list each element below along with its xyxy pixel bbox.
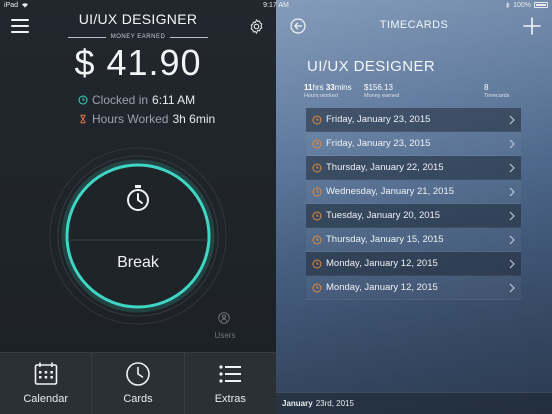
- money-earned-value: $156.13: [364, 83, 393, 92]
- bluetooth-icon: [505, 1, 510, 8]
- page-title: TIMECARDS: [379, 19, 449, 31]
- timecards-label: Timecards: [484, 93, 510, 99]
- money-earned-label: Money earned: [364, 93, 400, 99]
- timecards-count-stat: 8 Timecards: [484, 83, 524, 99]
- hourglass-icon: [80, 114, 86, 124]
- list-icon: [219, 365, 242, 383]
- timecard-list: Friday, January 23, 2015 Friday, January …: [306, 108, 521, 300]
- tab-cards[interactable]: Cards: [92, 353, 185, 414]
- clock-icon: [312, 211, 322, 220]
- footer-day: 23rd, 2015: [315, 399, 354, 408]
- hours-worked-label: Hours worked: [304, 93, 338, 99]
- clocked-in-label: Clocked in: [92, 93, 149, 107]
- divider: [170, 36, 209, 38]
- clock-icon: [78, 95, 88, 105]
- status-time: 9:17 AM: [263, 1, 289, 9]
- tab-label: Cards: [123, 393, 153, 405]
- chevron-right-icon: [509, 235, 515, 244]
- minutes-number: 33: [325, 83, 335, 92]
- clock-icon: [312, 283, 322, 292]
- timecard-date: Friday, January 23, 2015: [326, 114, 431, 125]
- chevron-right-icon: [509, 115, 515, 124]
- break-button[interactable]: Break: [88, 254, 188, 272]
- chevron-right-icon: [509, 187, 515, 196]
- gear-icon[interactable]: [248, 18, 265, 35]
- hours-worked-value: 3h 6min: [172, 112, 216, 126]
- menu-bar: [11, 31, 29, 33]
- clock-icon: [312, 235, 322, 244]
- money-earned-value: $ 41.90: [74, 42, 202, 83]
- tab-label: Extras: [214, 393, 246, 405]
- timecard-date: Monday, January 12, 2015: [326, 258, 438, 269]
- chevron-right-icon: [509, 259, 515, 268]
- add-timecard-button[interactable]: [523, 17, 541, 35]
- wifi-icon: [22, 3, 29, 8]
- footer-month: January: [282, 399, 313, 408]
- app-screen: UI/UX DESIGNER MONEY EARNED $ 41.90 Cloc…: [0, 0, 552, 414]
- status-right: 100%: [367, 2, 548, 9]
- battery-percent: 100%: [513, 1, 531, 9]
- tab-calendar[interactable]: Calendar: [0, 353, 93, 414]
- money-earned-stat: $156.13 Money earned: [364, 83, 484, 99]
- stopwatch-icon[interactable]: [125, 184, 151, 212]
- chevron-right-icon: [509, 283, 515, 292]
- clock-icon: [312, 187, 322, 196]
- timecard-row[interactable]: Thursday, January 15, 2015: [306, 228, 521, 252]
- clocked-in-row: Clocked in 6:11 AM: [78, 93, 195, 107]
- hours-worked-value: 11hrs 33mins: [304, 83, 364, 92]
- timecard-date: Wednesday, January 21, 2015: [326, 186, 454, 197]
- users-icon[interactable]: [218, 312, 230, 324]
- clock-dial[interactable]: [48, 146, 228, 326]
- tab-extras[interactable]: Extras: [185, 353, 276, 414]
- calendar-icon: [34, 362, 57, 385]
- minutes-unit: mins: [334, 83, 352, 92]
- timecard-date: Tuesday, January 20, 2015: [326, 210, 441, 221]
- timecard-date: Monday, January 12, 2015: [326, 282, 438, 293]
- timecard-date: Thursday, January 15, 2015: [326, 234, 444, 245]
- hours-unit: hrs: [312, 83, 324, 92]
- timecard-row[interactable]: Thursday, January 22, 2015: [306, 156, 521, 180]
- chevron-right-icon: [509, 139, 515, 148]
- clock-icon: [312, 115, 322, 124]
- summary-stats: 11hrs 33mins Hours worked $156.13 Money …: [304, 83, 524, 99]
- clock-icon: [312, 259, 322, 268]
- timecards-panel: TIMECARDS UI/UX DESIGNER 11hrs 33mins Ho…: [276, 0, 552, 414]
- status-left: iPad: [4, 2, 185, 9]
- device-name: iPad: [4, 1, 19, 9]
- tab-label: Calendar: [23, 393, 68, 405]
- divider: [68, 36, 106, 38]
- money-earned-header: MONEY EARNED: [68, 34, 209, 40]
- hours-worked-row: Hours Worked 3h 6min: [78, 112, 215, 126]
- timecard-row[interactable]: Monday, January 12, 2015: [306, 252, 521, 276]
- hours-worked-label: Hours Worked: [92, 112, 169, 126]
- timecard-row[interactable]: Friday, January 23, 2015: [306, 132, 521, 156]
- clock-icon: [126, 362, 150, 386]
- battery-icon: [533, 2, 548, 8]
- job-title: UI/UX DESIGNER: [307, 58, 436, 75]
- timecard-date: Friday, January 23, 2015: [326, 138, 431, 149]
- money-earned-label: MONEY EARNED: [110, 34, 166, 40]
- job-title: UI/UX DESIGNER: [78, 11, 198, 27]
- clock-icon: [312, 139, 322, 148]
- status-bar: iPad 9:17 AM 100%: [0, 0, 552, 10]
- clock-panel: UI/UX DESIGNER MONEY EARNED $ 41.90 Cloc…: [0, 0, 276, 414]
- clock-icon: [312, 163, 322, 172]
- timecards-count: 8: [484, 83, 489, 92]
- timecard-row[interactable]: Wednesday, January 21, 2015: [306, 180, 521, 204]
- chevron-right-icon: [509, 163, 515, 172]
- chevron-right-icon: [509, 211, 515, 220]
- timecard-date: Thursday, January 22, 2015: [326, 162, 444, 173]
- users-label: Users: [214, 331, 236, 340]
- current-date-footer: January 23rd, 2015: [276, 392, 552, 414]
- timecard-row[interactable]: Tuesday, January 20, 2015: [306, 204, 521, 228]
- timecard-row[interactable]: Friday, January 23, 2015: [306, 108, 521, 132]
- clocked-in-time: 6:11 AM: [152, 93, 196, 107]
- timecard-row[interactable]: Monday, January 12, 2015: [306, 276, 521, 300]
- tab-bar: Calendar Cards Extras: [0, 352, 276, 414]
- hours-worked-stat: 11hrs 33mins Hours worked: [304, 83, 364, 99]
